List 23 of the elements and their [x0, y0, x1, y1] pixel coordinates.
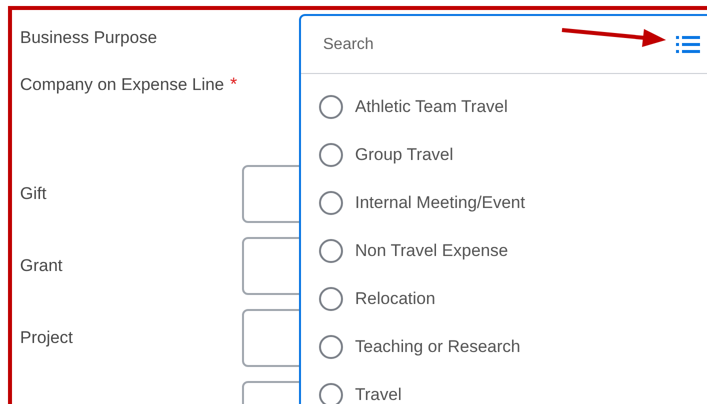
radio-button[interactable]	[319, 383, 343, 404]
list-icon[interactable]	[676, 35, 700, 54]
field-label: Company on Expense Line	[20, 74, 224, 94]
option-label[interactable]: Internal Meeting/Event	[355, 193, 526, 213]
radio-button[interactable]	[319, 335, 343, 359]
radio-button[interactable]	[319, 143, 343, 167]
search-field[interactable]: Search	[321, 34, 555, 54]
radio-button[interactable]	[319, 239, 343, 263]
required-mark: *	[230, 74, 238, 95]
option-label[interactable]: Athletic Team Travel	[355, 97, 508, 117]
radio-button[interactable]	[319, 287, 343, 311]
radio-button[interactable]	[319, 191, 343, 215]
option-label[interactable]: Travel	[355, 385, 402, 404]
option-label[interactable]: Relocation	[355, 289, 436, 309]
option-label[interactable]: Group Travel	[355, 145, 454, 165]
field-label: Gift	[20, 184, 46, 204]
field-label: Grant	[20, 256, 63, 276]
field-label: Project	[20, 328, 73, 348]
arrow-icon	[560, 26, 666, 48]
option-label[interactable]: Teaching or Research	[355, 337, 520, 357]
field-label: Business Purpose	[20, 28, 158, 48]
radio-button[interactable]	[319, 95, 343, 119]
option-label[interactable]: Non Travel Expense	[355, 241, 508, 261]
